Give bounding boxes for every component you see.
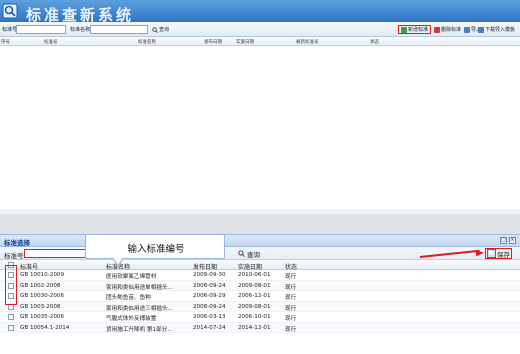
title-bar: 标准查新系统 <box>0 0 520 24</box>
cell-effective-date: 2006-10-01 <box>238 314 271 320</box>
cell-status: 现行 <box>285 305 297 312</box>
column-header[interactable]: 被新标准号 <box>296 39 319 45</box>
new-standard-label: 新增标准 <box>408 27 429 33</box>
table-row[interactable]: GB 10010-2009 医用软聚氯乙烯管材 2009-09-30 2010-… <box>0 270 520 281</box>
close-icon[interactable]: × <box>509 237 516 244</box>
restore-icon[interactable]: □ <box>500 237 507 244</box>
cell-code: GB 10035-2006 <box>20 314 64 320</box>
horizontal-scrollbar[interactable] <box>0 209 520 214</box>
column-header[interactable]: 序号 <box>1 39 10 45</box>
cell-publish-date: 2008-09-24 <box>193 282 226 289</box>
cell-name: 货用施工升降机 第1部分... <box>106 326 173 333</box>
query-label: 查询 <box>159 27 170 33</box>
dialog-grid-header: 标准号 标准名称 发布日期 实施日期 状态 <box>0 260 520 271</box>
cell-effective-date: 2006-12-01 <box>238 293 271 299</box>
code-search-input[interactable] <box>16 25 66 34</box>
callout-text: 输入标准编号 <box>127 244 185 255</box>
download-icon <box>478 26 484 33</box>
table-row[interactable]: GB 10035-2006 气腹式体外反搏装置 2006-03-13 2006-… <box>0 312 520 323</box>
column-header[interactable]: 实施日期 <box>236 39 254 45</box>
cell-status: 现行 <box>285 295 297 301</box>
add-icon <box>401 26 407 33</box>
cell-status: 现行 <box>285 284 297 291</box>
cell-name: 气腹式体外反搏装置 <box>106 316 157 322</box>
table-row[interactable]: GB 1003-2008 家用和类似用途三相插头... 2008-09-24 2… <box>0 301 520 312</box>
table-row[interactable]: GB 10030-2006 团头鲂鱼苗、鱼种 2006-09-29 2006-1… <box>0 291 520 302</box>
column-header[interactable]: 状态 <box>370 39 379 45</box>
delete-standard-label: 删除标准 <box>441 27 462 33</box>
callout-tail-inner <box>113 257 123 265</box>
cell-effective-date: 2010-06-01 <box>238 272 271 278</box>
cell-code: GB 1002-2008 <box>20 282 61 289</box>
code-label: 标准号 <box>2 27 18 33</box>
cell-code: GB 1003-2008 <box>20 303 61 310</box>
cell-name: 家用和类似用途三相插头... <box>106 305 173 312</box>
row-checkbox[interactable] <box>8 324 14 331</box>
save-icon <box>487 249 496 258</box>
row-checkbox[interactable] <box>8 314 14 320</box>
app-logo-icon <box>2 3 18 19</box>
save-button[interactable]: 保存 <box>485 248 512 259</box>
cell-publish-date: 2009-09-30 <box>193 272 226 278</box>
cell-code: GB 10030-2006 <box>20 293 64 299</box>
dialog-title-bar: 标准选择 □ × <box>0 235 520 247</box>
download-template-label: 下载导入模板 <box>485 27 516 33</box>
dialog-title: 标准选择 <box>4 239 30 247</box>
checkbox-highlight <box>5 265 17 305</box>
main-toolbar: 标准号 标准名称 查询 新增标准 删除标准 导入 下载导入模板 <box>0 22 520 37</box>
cell-effective-date: 2009-08-01 <box>238 282 271 289</box>
search-icon <box>238 250 245 257</box>
cell-name: 医用软聚氯乙烯管材 <box>106 274 157 280</box>
main-grid-header: 序号 标准号 标准名称 发布日期 实施日期 被新标准号 状态 <box>0 37 520 46</box>
standard-select-dialog: 标准选择 □ × 标准号 查询 保存 标准号 标准名称 发布日期 实施日期 状态… <box>0 234 520 354</box>
cell-publish-date: 2006-03-13 <box>193 314 226 320</box>
name-label: 标准名称 <box>70 27 91 33</box>
dialog-query-button[interactable]: 查询 <box>238 249 260 259</box>
cell-publish-date: 2008-09-24 <box>193 303 226 310</box>
download-template-button[interactable]: 下载导入模板 <box>476 25 517 34</box>
query-button[interactable]: 查询 <box>150 25 171 34</box>
search-icon <box>152 26 158 33</box>
save-label: 保存 <box>497 250 510 259</box>
cell-effective-date: 2009-08-01 <box>238 303 271 310</box>
dialog-code-label: 标准号 <box>4 252 24 260</box>
cell-status: 现行 <box>285 316 297 322</box>
cell-name: 团头鲂鱼苗、鱼种 <box>106 295 151 301</box>
column-header[interactable]: 发布日期 <box>204 39 222 45</box>
annotation-arrow-head <box>475 249 485 257</box>
delete-icon <box>434 26 440 33</box>
dialog-query-label: 查询 <box>247 250 260 259</box>
delete-standard-button[interactable]: 删除标准 <box>432 25 463 34</box>
import-icon <box>464 26 470 33</box>
name-search-input[interactable] <box>90 25 148 34</box>
cell-status: 现行 <box>285 326 297 333</box>
column-header[interactable]: 标准名称 <box>138 39 156 45</box>
new-standard-button[interactable]: 新增标准 <box>398 25 432 34</box>
cell-effective-date: 2014-12-01 <box>238 324 271 331</box>
table-row[interactable]: GB 1002-2008 家用和类似用途单相插头... 2008-09-24 2… <box>0 280 520 291</box>
table-row[interactable]: GB 10054.1-2014 货用施工升降机 第1部分... 2014-07-… <box>0 322 520 333</box>
cell-code: GB 10054.1-2014 <box>20 324 70 331</box>
cell-publish-date: 2014-07-24 <box>193 324 226 331</box>
main-grid-body <box>0 46 520 209</box>
instruction-callout: 输入标准编号 <box>85 234 225 259</box>
cell-publish-date: 2006-09-29 <box>193 293 226 299</box>
column-header[interactable]: 标准号 <box>44 39 58 45</box>
dialog-grid-rows: GB 10010-2009 医用软聚氯乙烯管材 2009-09-30 2010-… <box>0 270 520 333</box>
cell-status: 现行 <box>285 274 297 280</box>
cell-name: 家用和类似用途单相插头... <box>106 284 173 291</box>
cell-code: GB 10010-2009 <box>20 272 64 278</box>
